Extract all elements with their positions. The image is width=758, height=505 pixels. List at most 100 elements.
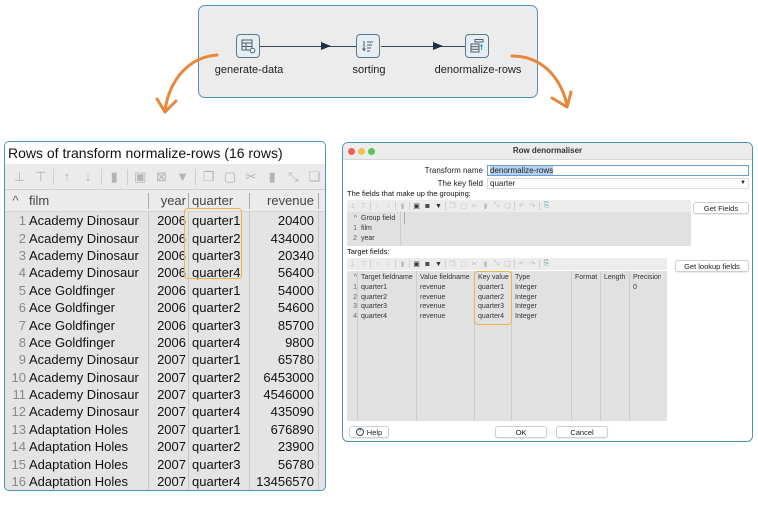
cell-group-field[interactable]: film (359, 224, 372, 234)
column-header-type[interactable]: Type (513, 271, 573, 283)
table-row[interactable]: 4 Academy Dinosaur 2006 quarter4 56400 (5, 264, 325, 282)
paste-icon[interactable]: ▢ (458, 201, 469, 212)
undo-icon[interactable]: ↶ (516, 259, 527, 270)
transform-name-input[interactable]: denormalize-rows (487, 165, 749, 176)
move-up-icon[interactable]: ↑ (372, 201, 383, 212)
copy-icon[interactable]: ❐ (447, 201, 458, 212)
cell-format[interactable] (573, 312, 602, 322)
cell-target-fieldname[interactable]: quarter4 (359, 312, 418, 322)
cut-icon[interactable]: ✂ (240, 166, 261, 188)
cell-target-fieldname[interactable]: quarter1 (359, 283, 418, 293)
group-row[interactable]: 1 film (347, 224, 691, 234)
delete-icon[interactable]: ▮ (104, 166, 125, 188)
get-fields-button[interactable]: Get Fields (693, 202, 749, 214)
shrink-icon[interactable]: ⤡ (491, 201, 502, 212)
shrink-icon[interactable]: ⤡ (491, 259, 502, 270)
cell-value-fieldname[interactable]: revenue (418, 283, 476, 293)
insert-row-after-icon[interactable]: ⊤ (30, 166, 51, 188)
table-row[interactable]: 11 Academy Dinosaur 2007 quarter3 4546000 (5, 385, 325, 404)
copy-icon[interactable]: ❐ (198, 166, 219, 188)
cell-group-field[interactable]: year (359, 234, 375, 244)
column-header-revenue[interactable]: revenue (250, 192, 319, 209)
column-header-target-fieldname[interactable]: Target fieldname (359, 271, 418, 283)
sort-indicator[interactable]: ^ (347, 212, 359, 224)
move-down-icon[interactable]: ↓ (383, 259, 394, 270)
cell-format[interactable] (573, 283, 602, 293)
cell-type[interactable]: Integer (513, 283, 573, 293)
cell-format[interactable] (573, 293, 602, 303)
ok-button[interactable]: OK (495, 426, 547, 438)
table-row[interactable]: 15 Adaptation Holes 2007 quarter3 56780 (5, 455, 325, 473)
table-row[interactable]: 12 Academy Dinosaur 2007 quarter4 435090 (5, 403, 325, 421)
hop-line-2[interactable] (381, 46, 469, 47)
cell-type[interactable]: Integer (513, 293, 573, 303)
node-denormalize-rows[interactable] (465, 34, 489, 58)
group-row[interactable]: 2 year (347, 234, 691, 244)
table-row[interactable]: 2 Academy Dinosaur 2006 quarter2 434000 (5, 229, 325, 247)
shrink-icon[interactable]: ⤡ (283, 166, 304, 188)
delete-icon[interactable]: ▮ (397, 259, 408, 270)
export-icon[interactable]: ⎘ (541, 201, 552, 212)
copy-icon[interactable]: ❐ (447, 259, 458, 270)
delete-selected-icon[interactable]: ▮ (262, 166, 283, 188)
duplicate-icon[interactable]: ❏ (502, 201, 513, 212)
filter-icon[interactable]: ▼ (433, 201, 444, 212)
table-row[interactable]: 7 Ace Goldfinger 2006 quarter3 85700 (5, 316, 325, 334)
table-row[interactable]: 9 Academy Dinosaur 2007 quarter1 65780 (5, 351, 325, 369)
redo-icon[interactable]: ↷ (527, 259, 538, 270)
cell-target-fieldname[interactable]: quarter2 (359, 293, 418, 303)
table-row[interactable]: 3 Academy Dinosaur 2006 quarter3 20340 (5, 246, 325, 265)
cell-precision[interactable] (631, 312, 661, 322)
cell-length[interactable] (602, 302, 631, 312)
cell-type[interactable]: Integer (513, 312, 573, 322)
column-header-group-field[interactable]: Group field (359, 212, 405, 224)
table-row[interactable]: 14 Adaptation Holes 2007 quarter2 23900 (5, 438, 325, 456)
column-header-film[interactable]: film (27, 192, 149, 209)
cell-type[interactable]: Integer (513, 302, 573, 312)
export-icon[interactable]: ⎘ (541, 259, 552, 270)
undo-icon[interactable]: ↶ (516, 201, 527, 212)
paste-icon[interactable]: ▢ (219, 166, 240, 188)
select-all-icon[interactable]: ▣ (411, 259, 422, 270)
table-row[interactable]: 13 Adaptation Holes 2007 quarter1 676890 (5, 420, 325, 439)
delete-icon[interactable]: ▮ (397, 201, 408, 212)
filter-icon[interactable]: ▼ (172, 166, 193, 188)
cell-length[interactable] (602, 293, 631, 303)
get-lookup-fields-button[interactable]: Get lookup fields (675, 260, 749, 272)
filter-icon[interactable]: ▼ (433, 259, 444, 270)
table-row[interactable]: 16 Adaptation Holes 2007 quarter4 13456570 (5, 472, 325, 490)
sort-indicator[interactable]: ^ (5, 193, 27, 208)
move-up-icon[interactable]: ↑ (372, 259, 383, 270)
column-header-year[interactable]: year (149, 192, 189, 209)
insert-row-before-icon[interactable]: ⊥ (347, 201, 358, 212)
delete-selected-icon[interactable]: ▮ (480, 201, 491, 212)
cell-length[interactable] (602, 312, 631, 322)
cell-precision[interactable]: 0 (631, 283, 661, 293)
paste-icon[interactable]: ▢ (458, 259, 469, 270)
move-down-icon[interactable]: ↓ (383, 201, 394, 212)
column-header-precision[interactable]: Precision (631, 271, 661, 283)
select-all-icon[interactable]: ▣ (411, 201, 422, 212)
cut-icon[interactable]: ✂ (469, 201, 480, 212)
table-row[interactable]: 10 Academy Dinosaur 2007 quarter2 6453000 (5, 368, 325, 386)
duplicate-icon[interactable]: ❏ (304, 166, 325, 188)
cell-target-fieldname[interactable]: quarter3 (359, 302, 418, 312)
node-sorting[interactable] (356, 34, 380, 58)
insert-row-before-icon[interactable]: ⊥ (347, 259, 358, 270)
duplicate-icon[interactable]: ❏ (502, 259, 513, 270)
cell-precision[interactable] (631, 293, 661, 303)
column-header-format[interactable]: Format (573, 271, 602, 283)
cell-value-fieldname[interactable]: revenue (418, 293, 476, 303)
move-up-icon[interactable]: ↑ (56, 166, 77, 188)
cell-value-fieldname[interactable]: revenue (418, 312, 476, 322)
cut-icon[interactable]: ✂ (469, 259, 480, 270)
delete-selected-icon[interactable]: ▮ (480, 259, 491, 270)
select-all-icon[interactable]: ▣ (130, 166, 151, 188)
help-button[interactable]: ? Help (349, 426, 389, 438)
clear-selection-icon[interactable]: ◙ (422, 259, 433, 270)
cancel-button[interactable]: Cancel (556, 426, 608, 438)
table-row[interactable]: 1 Academy Dinosaur 2006 quarter1 20400 (5, 212, 325, 230)
node-generate-data[interactable] (236, 34, 260, 58)
table-row[interactable]: 5 Ace Goldfinger 2006 quarter1 54000 (5, 281, 325, 299)
move-down-icon[interactable]: ↓ (77, 166, 98, 188)
